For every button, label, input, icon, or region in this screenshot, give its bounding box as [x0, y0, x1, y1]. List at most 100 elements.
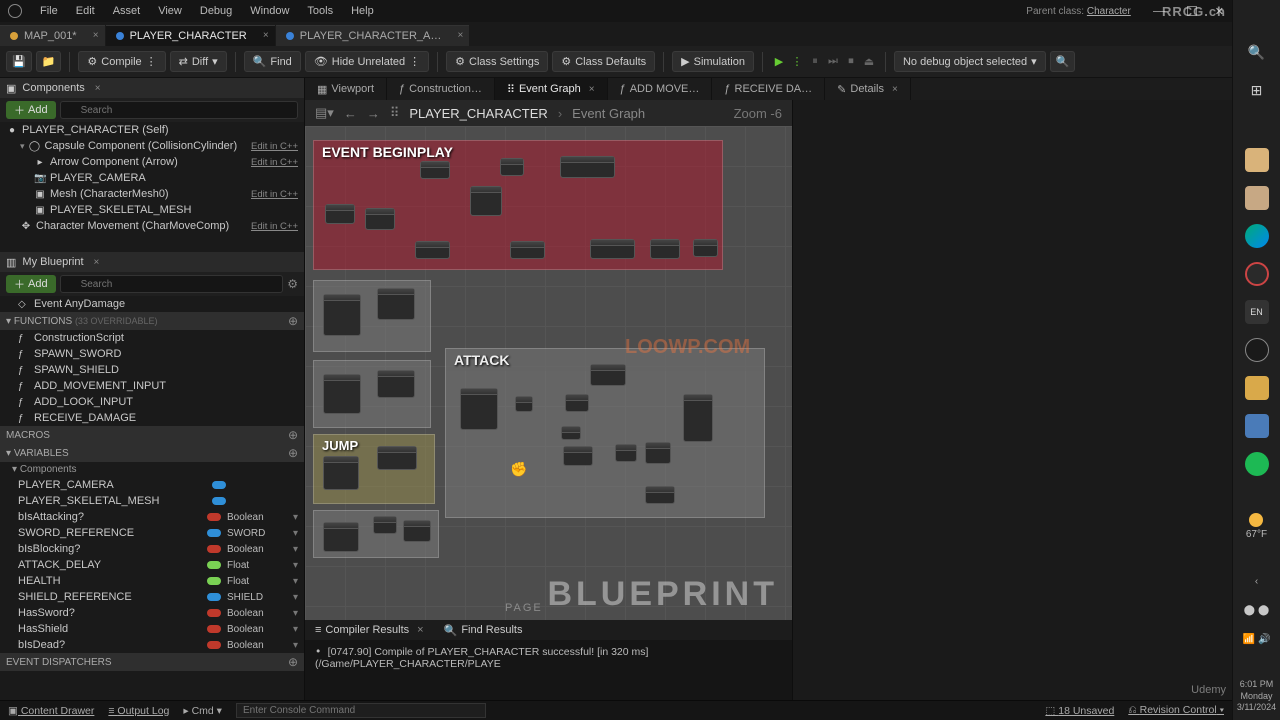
menu-edit[interactable]: Edit: [76, 5, 95, 17]
app-icon[interactable]: [1245, 262, 1269, 286]
graph-node[interactable]: [510, 241, 545, 259]
close-icon[interactable]: ×: [93, 30, 99, 41]
add-blueprint-button[interactable]: ＋Add: [6, 275, 56, 293]
tab-compiler-results[interactable]: ≡Compiler Results×: [305, 622, 434, 638]
close-icon[interactable]: ×: [94, 257, 100, 268]
stop-icon[interactable]: ⏹: [843, 54, 859, 70]
graph-node[interactable]: [323, 374, 361, 414]
pause-icon[interactable]: ⏸: [807, 54, 823, 70]
graph-node[interactable]: [373, 516, 397, 534]
class-settings-button[interactable]: ⚙ Class Settings: [446, 51, 548, 72]
menu-view[interactable]: View: [158, 5, 182, 17]
menu-help[interactable]: Help: [351, 5, 374, 17]
menu-window[interactable]: Window: [250, 5, 289, 17]
tab-add-move[interactable]: ƒADD MOVE…: [608, 78, 713, 100]
variable-row[interactable]: bIsAttacking?Boolean▾: [0, 509, 304, 525]
variable-row[interactable]: bIsBlocking?Boolean▾: [0, 541, 304, 557]
search-icon[interactable]: 🔍: [1245, 40, 1269, 64]
close-icon[interactable]: ×: [263, 30, 269, 41]
tab-player-character[interactable]: PLAYER_CHARACTER×: [106, 25, 275, 46]
section-functions[interactable]: ▾ FUNCTIONS (33 OVERRIDABLE)⊕: [0, 312, 304, 330]
nav-back-icon[interactable]: ←: [344, 106, 357, 121]
graph-node[interactable]: [323, 522, 359, 552]
close-icon[interactable]: ×: [458, 30, 464, 41]
spotify-icon[interactable]: [1245, 452, 1269, 476]
graph-node[interactable]: [645, 486, 675, 504]
section-macros[interactable]: MACROS⊕: [0, 426, 304, 444]
compile-button[interactable]: ⚙ Compile ⋮: [78, 51, 165, 72]
graph-node[interactable]: [377, 370, 415, 398]
component-row[interactable]: ▣PLAYER_SKELETAL_MESH: [0, 202, 304, 218]
app-icon[interactable]: EN: [1245, 300, 1269, 324]
weather-widget[interactable]: 67°F: [1246, 513, 1267, 540]
graph-node[interactable]: [561, 426, 581, 440]
tab-construction[interactable]: ƒConstruction…: [387, 78, 495, 100]
graph-node[interactable]: [615, 444, 637, 462]
unsaved-link[interactable]: ⬚ 18 Unsaved: [1045, 705, 1114, 717]
tab-map[interactable]: MAP_001*×: [0, 25, 105, 46]
app-icon[interactable]: [1245, 414, 1269, 438]
variable-row[interactable]: HEALTHFloat▾: [0, 573, 304, 589]
close-icon[interactable]: ×: [417, 624, 423, 636]
components-search-input[interactable]: [60, 101, 298, 119]
edit-cpp-link[interactable]: Edit in C++: [251, 141, 298, 152]
breadcrumb-root[interactable]: PLAYER_CHARACTER: [409, 106, 547, 121]
component-row[interactable]: ▾◯Capsule Component (CollisionCylinder)E…: [0, 138, 304, 154]
component-row[interactable]: ▸Arrow Component (Arrow)Edit in C++: [0, 154, 304, 170]
diff-button[interactable]: ⇄ Diff ▾: [170, 51, 227, 72]
graph-node[interactable]: [323, 294, 361, 336]
taskview-icon[interactable]: ⊞: [1245, 78, 1269, 102]
volume-icon[interactable]: 🔊: [1258, 634, 1270, 645]
variable-row[interactable]: ATTACK_DELAYFloat▾: [0, 557, 304, 573]
graph-node[interactable]: [470, 186, 502, 216]
graph-node[interactable]: [377, 446, 417, 470]
content-drawer-button[interactable]: ▣ Content Drawer: [8, 705, 94, 717]
function-item[interactable]: ƒADD_MOVEMENT_INPUT: [0, 378, 304, 394]
graph-node[interactable]: [645, 442, 671, 464]
hide-unrelated-button[interactable]: 👁 Hide Unrelated ⋮: [305, 51, 429, 72]
graph-node[interactable]: [515, 396, 533, 412]
function-item[interactable]: ƒSPAWN_SHIELD: [0, 362, 304, 378]
plus-icon[interactable]: ⊕: [288, 655, 298, 669]
close-icon[interactable]: ×: [892, 84, 898, 95]
graph-node[interactable]: [563, 446, 593, 466]
step-icon[interactable]: ⏭: [825, 54, 841, 70]
tab-viewport[interactable]: ▦Viewport: [305, 78, 387, 100]
browse-button[interactable]: 📁: [36, 51, 62, 72]
component-row[interactable]: ▣Mesh (CharacterMesh0)Edit in C++: [0, 186, 304, 202]
variable-row[interactable]: bIsDead?Boolean▾: [0, 637, 304, 653]
app-icon[interactable]: [1245, 186, 1269, 210]
tray-status-icon[interactable]: ⬤: [1258, 605, 1269, 616]
tab-event-graph[interactable]: ⠿Event Graph×: [495, 78, 608, 100]
component-row[interactable]: 📷PLAYER_CAMERA: [0, 170, 304, 186]
gear-icon[interactable]: ⚙: [287, 277, 298, 291]
wifi-icon[interactable]: 📶: [1243, 634, 1255, 645]
plus-icon[interactable]: ⊕: [288, 314, 298, 328]
revision-control-link[interactable]: ⎌ Revision Control ▾: [1128, 704, 1224, 717]
graph-node[interactable]: [565, 394, 589, 412]
menu-file[interactable]: File: [40, 5, 58, 17]
edit-cpp-link[interactable]: Edit in C++: [251, 221, 298, 232]
nav-dropdown-icon[interactable]: ▤▾: [315, 105, 334, 121]
variable-row[interactable]: SWORD_REFERENCESWORD▾: [0, 525, 304, 541]
graph-node[interactable]: [560, 156, 615, 178]
console-command-input[interactable]: [236, 703, 486, 718]
graph-node[interactable]: [500, 158, 524, 176]
tray-chevron-icon[interactable]: ‹: [1255, 576, 1258, 587]
tab-details[interactable]: ✎Details×: [825, 78, 911, 100]
class-defaults-button[interactable]: ⚙ Class Defaults: [552, 51, 655, 72]
save-button[interactable]: 💾: [6, 51, 32, 72]
variable-row[interactable]: HasShieldBoolean▾: [0, 621, 304, 637]
variables-components-sub[interactable]: ▾ Components: [0, 462, 304, 477]
graph-node[interactable]: [365, 208, 395, 230]
graph-node[interactable]: [415, 241, 450, 259]
graph-node[interactable]: [325, 204, 355, 224]
edge-icon[interactable]: [1245, 224, 1269, 248]
menu-asset[interactable]: Asset: [113, 5, 141, 17]
section-dispatchers[interactable]: EVENT DISPATCHERS⊕: [0, 653, 304, 671]
plus-icon[interactable]: ⊕: [288, 446, 298, 460]
menu-debug[interactable]: Debug: [200, 5, 232, 17]
section-variables[interactable]: ▾ VARIABLES⊕: [0, 444, 304, 462]
function-item[interactable]: ƒConstructionScript: [0, 330, 304, 346]
unreal-icon[interactable]: [1245, 338, 1269, 362]
